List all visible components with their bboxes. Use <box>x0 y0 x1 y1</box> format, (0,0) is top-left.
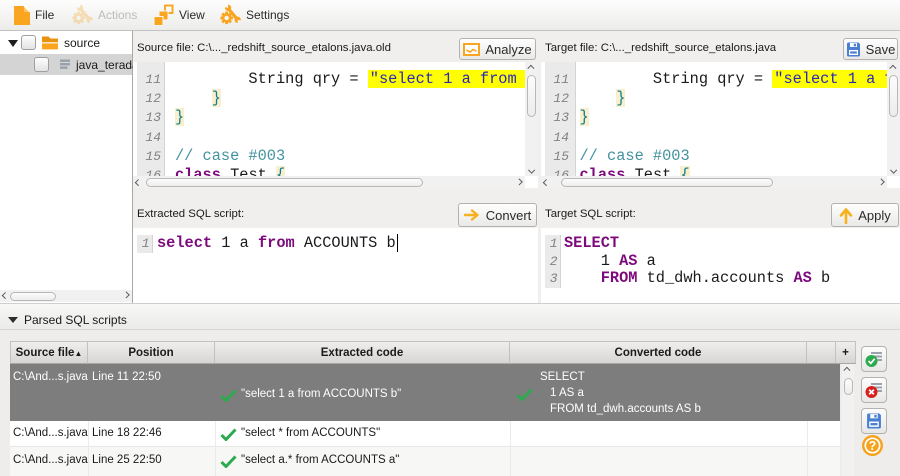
svg-text:?: ? <box>869 439 877 453</box>
